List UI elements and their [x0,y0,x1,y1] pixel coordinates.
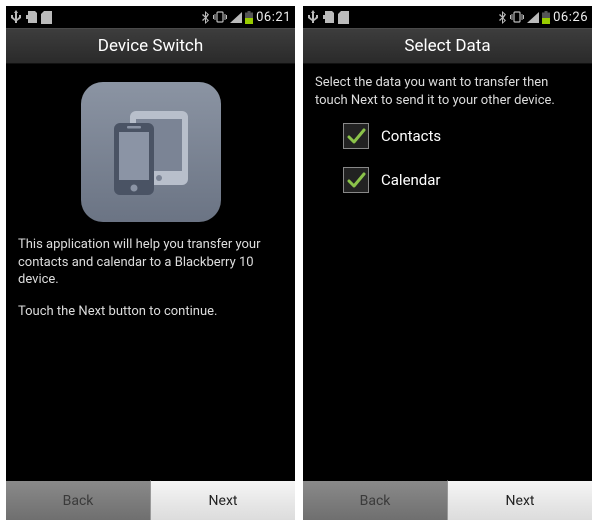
title-bar: Device Switch [6,28,295,64]
option-contacts-label: Contacts [381,126,441,146]
signal-icon [230,12,242,23]
option-contacts[interactable]: Contacts [343,123,580,149]
status-bar: 06:21 [6,6,295,28]
status-left [10,10,52,24]
page-title: Device Switch [98,36,203,56]
checkbox-contacts[interactable] [343,123,369,149]
sim-icon [41,11,52,24]
usb-icon [307,10,319,24]
device-switch-icon [81,82,221,222]
checkbox-calendar[interactable] [343,167,369,193]
page-title: Select Data [404,36,490,56]
signal-icon [527,12,539,23]
bluetooth-icon [499,11,507,24]
button-bar: Back Next [303,480,592,520]
sd-card-icon [26,11,37,24]
status-clock: 06:21 [256,10,291,25]
battery-icon [542,11,550,24]
status-bar: 06:26 [303,6,592,28]
status-clock: 06:26 [553,10,588,25]
status-right: 06:26 [499,10,588,25]
phone-screen-2: 06:26 Select Data Select the data you wa… [303,6,592,520]
back-button[interactable]: Back [6,480,150,520]
bluetooth-icon [202,11,210,24]
content-area: Select the data you want to transfer the… [303,64,592,480]
option-calendar-label: Calendar [381,170,441,190]
intro-text-1: This application will help you transfer … [18,236,283,289]
next-button[interactable]: Next [150,480,295,520]
option-calendar[interactable]: Calendar [343,167,580,193]
sim-icon [338,11,349,24]
back-button[interactable]: Back [303,480,447,520]
phone-screen-1: 06:21 Device Switch This applica [6,6,295,520]
sd-card-icon [323,11,334,24]
intro-text-2: Touch the Next button to continue. [18,303,283,321]
usb-icon [10,10,22,24]
next-button[interactable]: Next [447,480,592,520]
app-icon-wrap [18,82,283,222]
status-left [307,10,349,24]
title-bar: Select Data [303,28,592,64]
battery-icon [245,11,253,24]
vibrate-icon [213,11,227,23]
content-area: This application will help you transfer … [6,64,295,480]
status-right: 06:21 [202,10,291,25]
select-data-intro: Select the data you want to transfer the… [315,74,580,109]
vibrate-icon [510,11,524,23]
button-bar: Back Next [6,480,295,520]
